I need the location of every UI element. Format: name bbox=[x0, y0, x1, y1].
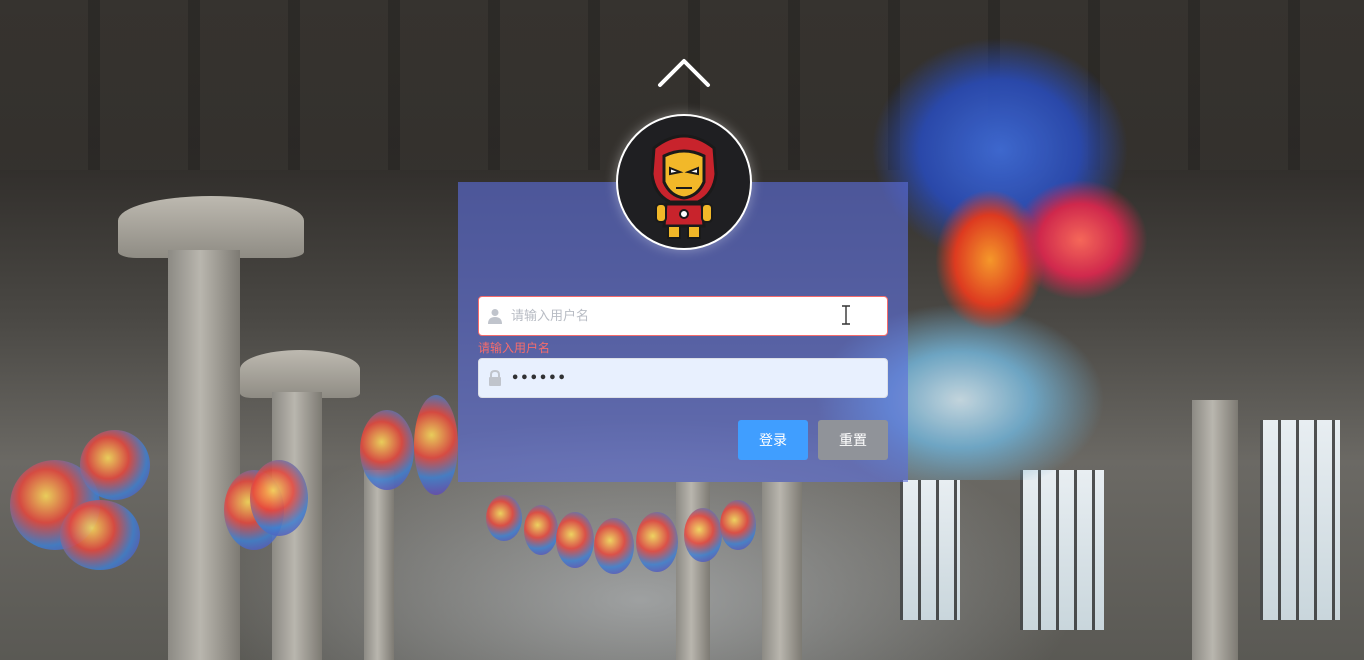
login-button[interactable]: 登录 bbox=[738, 420, 808, 460]
chevron-up-icon[interactable] bbox=[657, 55, 711, 89]
kite bbox=[414, 395, 458, 495]
kite bbox=[524, 505, 558, 555]
pillar-capital bbox=[240, 350, 360, 398]
username-field[interactable] bbox=[478, 296, 888, 336]
text-cursor-icon bbox=[841, 305, 851, 325]
username-input[interactable] bbox=[509, 298, 887, 334]
pillar bbox=[762, 482, 802, 660]
kite bbox=[486, 495, 522, 541]
kite bbox=[720, 500, 756, 550]
password-field[interactable] bbox=[478, 358, 888, 398]
window bbox=[1020, 470, 1104, 630]
username-error-message: 请输入用户名 bbox=[478, 341, 551, 355]
pillar bbox=[1192, 400, 1238, 660]
kite bbox=[250, 460, 308, 536]
pillar bbox=[168, 250, 240, 660]
kite bbox=[80, 430, 150, 500]
kite bbox=[556, 512, 594, 568]
user-icon bbox=[481, 297, 509, 335]
iron-man-avatar bbox=[616, 114, 752, 250]
pillar bbox=[364, 470, 394, 660]
reset-button[interactable]: 重置 bbox=[818, 420, 888, 460]
kite bbox=[360, 410, 414, 490]
window bbox=[900, 480, 960, 620]
kite bbox=[684, 508, 722, 562]
kite bbox=[60, 500, 140, 570]
lock-icon bbox=[481, 359, 509, 397]
kite bbox=[594, 518, 634, 574]
window bbox=[1260, 420, 1340, 620]
password-input[interactable] bbox=[509, 360, 887, 396]
pillar-capital bbox=[118, 196, 304, 258]
kite bbox=[636, 512, 678, 572]
